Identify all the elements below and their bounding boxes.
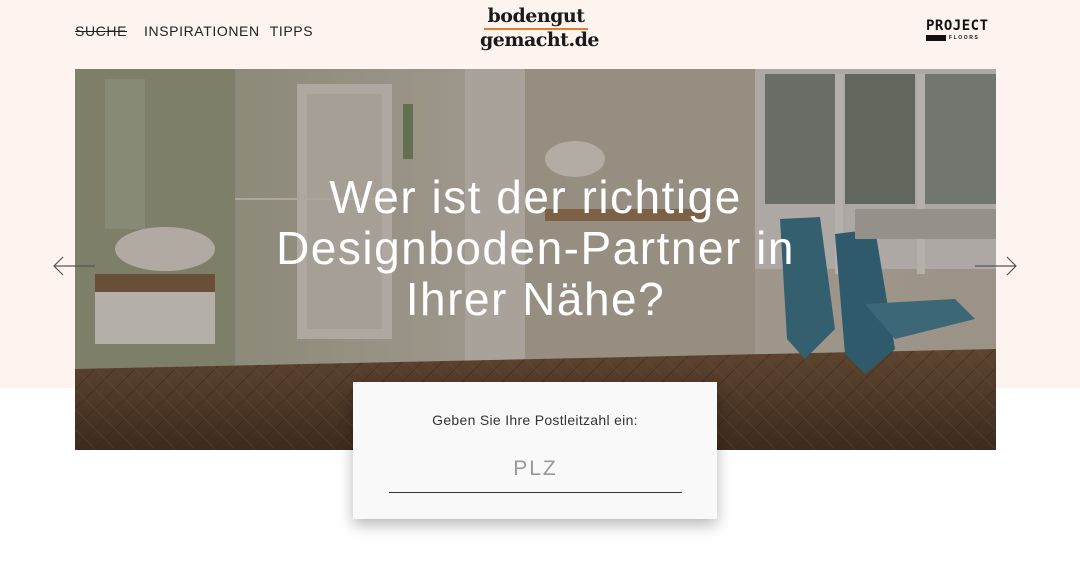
main-nav: SUCHE INSPIRATIONEN TIPPS — [75, 23, 313, 39]
site-logo[interactable]: bodengut gemacht.de — [480, 5, 599, 51]
brand-line-2: FLOORS — [949, 35, 980, 41]
logo-line-1: bodengut — [487, 5, 585, 27]
brand-block — [926, 35, 946, 41]
nav-item-suche[interactable]: SUCHE — [75, 23, 127, 39]
nav-item-inspirationen[interactable]: INSPIRATIONEN — [144, 23, 260, 39]
page: SUCHE INSPIRATIONEN TIPPS bodengut gemac… — [0, 0, 1080, 564]
arrow-right-icon[interactable] — [974, 255, 1018, 277]
hero-title: Wer ist der richtige Designboden-Partner… — [276, 171, 795, 325]
zip-input[interactable] — [389, 445, 682, 493]
zip-search-card: Geben Sie Ihre Postleitzahl ein: — [353, 382, 717, 519]
arrow-left-icon[interactable] — [52, 255, 96, 277]
nav-item-tipps[interactable]: TIPPS — [270, 23, 313, 39]
logo-line-2: gemacht.de — [480, 29, 599, 51]
brand-line-1: PROJECT — [926, 18, 989, 34]
brand-logo[interactable]: PROJECT FLOORS — [926, 18, 996, 41]
zip-label: Geben Sie Ihre Postleitzahl ein: — [432, 412, 638, 428]
